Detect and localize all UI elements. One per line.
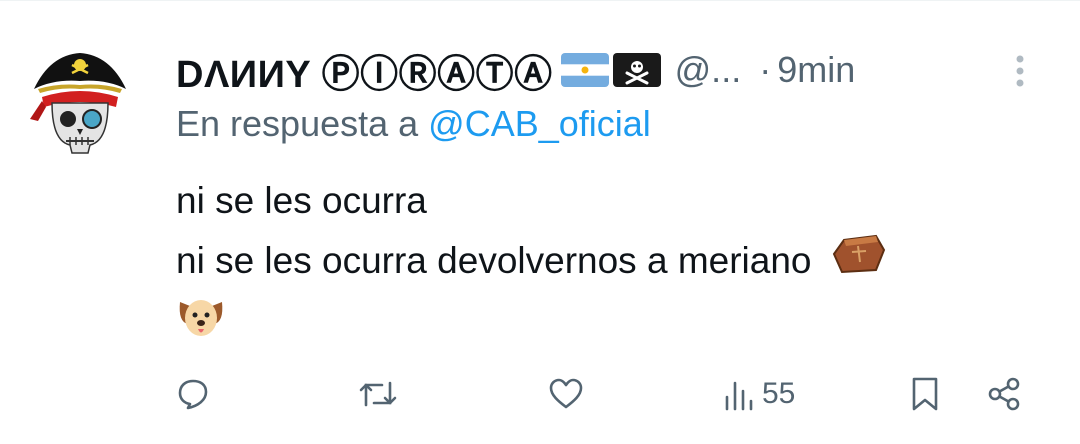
pirate-flag-icon [612, 53, 661, 87]
share-button[interactable] [986, 369, 1022, 419]
bookmark-icon [912, 377, 938, 411]
tweet-body: ni se les ocurra ni se les ocurra devolv… [176, 171, 1056, 358]
display-name[interactable]: DΛИИY ⓅⒾⓇⒶⓉⒶ [176, 43, 553, 98]
views-icon [725, 381, 753, 411]
tweet-text-line-2: ni se les ocurra devolvernos a meriano [176, 240, 812, 281]
bookmark-button[interactable] [910, 369, 940, 419]
tweet-header: DΛИИY ⓅⒾⓇⒶⓉⒶ @... · 9min [176, 43, 1040, 98]
coffin-emoji-icon [830, 232, 886, 294]
reply-button[interactable] [176, 369, 210, 419]
retweet-button[interactable] [358, 369, 398, 419]
more-vertical-icon [1016, 55, 1024, 87]
reply-icon [178, 379, 208, 410]
user-handle[interactable]: @... [675, 49, 742, 91]
reply-mention-link[interactable]: @CAB_oficial [428, 103, 651, 144]
retweet-icon [359, 381, 397, 407]
timestamp[interactable]: 9min [777, 49, 855, 91]
argentina-flag-icon [560, 53, 609, 87]
tweet-action-bar: 55 [176, 369, 1036, 419]
views-count: 55 [762, 377, 796, 410]
tweet-text-line-2-container: ni se les ocurra devolvernos a meriano [176, 231, 1056, 294]
reply-prefix: En respuesta a [176, 103, 419, 144]
like-button[interactable] [548, 369, 584, 419]
tweet-card[interactable]: DΛИИY ⓅⒾⓇⒶⓉⒶ @... · 9min En respuesta a … [0, 0, 1080, 444]
pirate-skull-avatar-icon [30, 53, 126, 154]
like-icon [549, 378, 583, 409]
views-button[interactable]: 55 [722, 369, 795, 419]
dog-face-emoji-icon [176, 294, 226, 358]
more-options-button[interactable] [1000, 51, 1040, 91]
share-icon [988, 377, 1020, 411]
avatar[interactable] [30, 45, 130, 155]
tweet-emoji-line [176, 294, 1056, 358]
separator-dot: · [759, 49, 772, 90]
reply-context: En respuesta a @CAB_oficial [176, 103, 651, 145]
tweet-text-line-1: ni se les ocurra [176, 180, 427, 221]
